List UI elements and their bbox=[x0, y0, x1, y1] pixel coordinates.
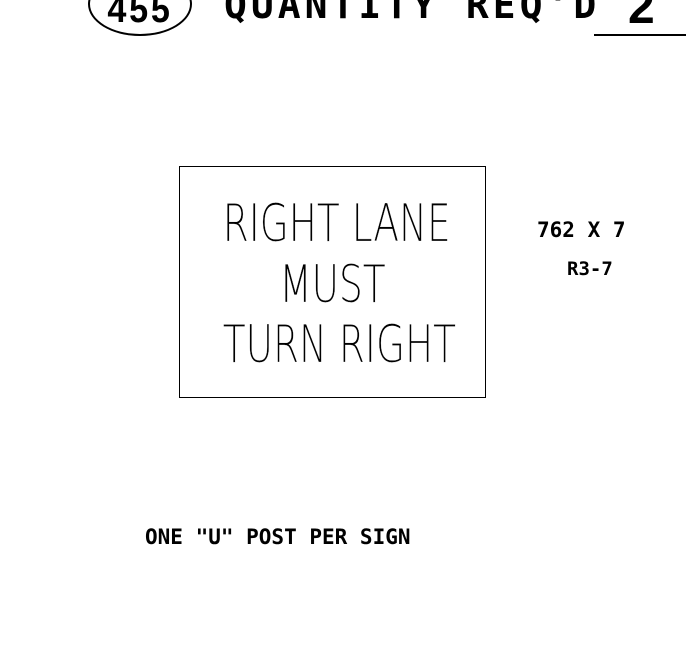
quantity-value: 2 bbox=[628, 0, 655, 34]
item-number: 455 bbox=[107, 0, 173, 31]
quantity-label: QUANTITY REQ'D bbox=[224, 0, 601, 27]
quantity-underline bbox=[594, 34, 686, 36]
sign-line-3: TURN RIGHT bbox=[222, 315, 457, 375]
sign-code: R3-7 bbox=[567, 258, 613, 280]
sign-line-1: RIGHT LANE bbox=[222, 194, 451, 254]
sign-panel: RIGHT LANE MUST TURN RIGHT bbox=[179, 166, 486, 398]
sheet-header: 455 QUANTITY REQ'D 2 bbox=[0, 0, 686, 50]
item-number-badge: 455 bbox=[88, 0, 192, 36]
post-note: ONE "U" POST PER SIGN bbox=[145, 525, 411, 549]
sign-size: 762 X 7 bbox=[537, 218, 626, 242]
sign-line-2: MUST bbox=[279, 255, 386, 315]
